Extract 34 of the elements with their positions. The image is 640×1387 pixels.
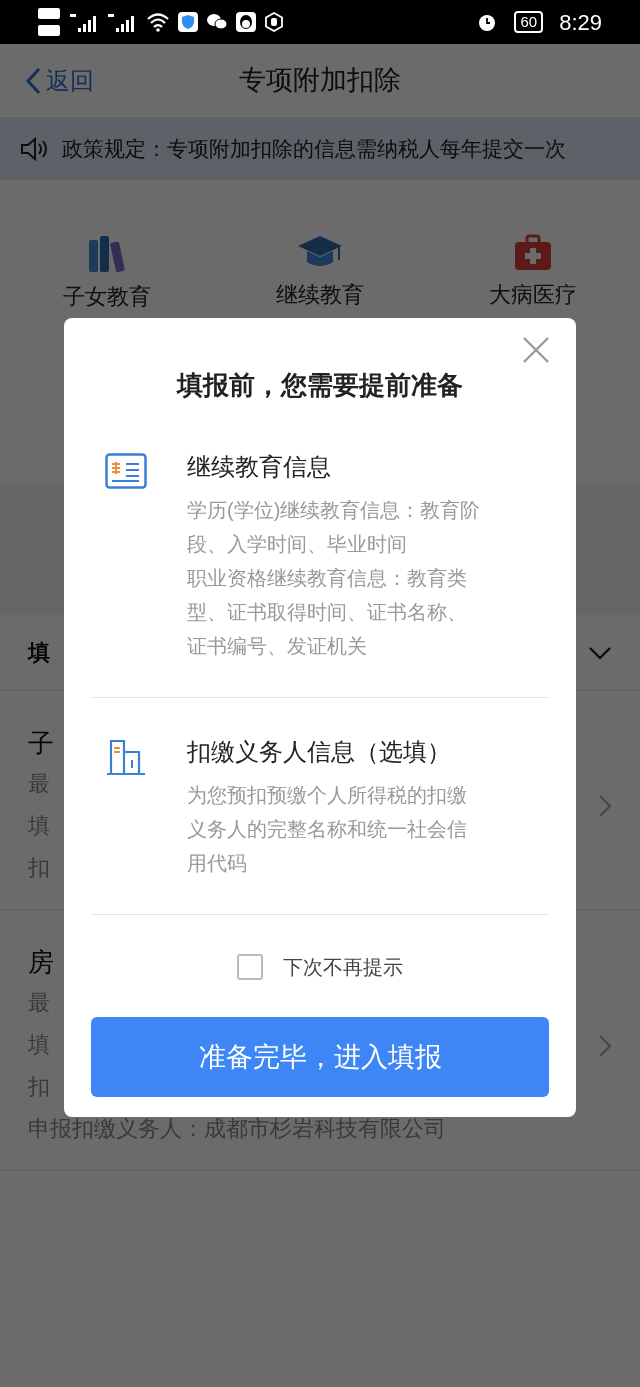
chevron-left-icon [24, 66, 42, 95]
category-label[interactable]: 继续教育 [276, 278, 364, 311]
chevron-right-icon[interactable] [598, 794, 612, 818]
clock-time: 8:29 [559, 8, 602, 37]
section-title: 填 [28, 639, 50, 667]
item-description: 为您预扣预缴个人所得税的扣缴义务人的完整名称和统一社会信用代码 [187, 783, 468, 876]
notice-text: 政策规定：专项附加扣除的信息需纳税人每年提交一次 [62, 136, 566, 163]
shield-icon [178, 12, 198, 32]
checkbox-label: 下次不再提示 [283, 955, 403, 980]
item-title: 继续教育信息 [187, 452, 332, 482]
chevron-down-icon[interactable] [588, 645, 612, 660]
battery-level: 60 [514, 11, 544, 33]
page-title: 专项附加扣除 [239, 64, 401, 98]
first-aid-kit-icon [513, 234, 554, 272]
dialog-title: 填报前，您需要提前准备 [175, 369, 464, 402]
item-description: 学历(学位)继续教育信息：教育阶段、入学时间、毕业时间 [187, 498, 482, 557]
item-description: 职业资格继续教育信息：教育类型、证书取得时间、证书名称、证书编号、发证机关 [187, 566, 468, 659]
certificate-icon [105, 453, 147, 489]
wifi-icon [146, 12, 170, 32]
chevron-right-icon[interactable] [598, 1034, 612, 1058]
item-title: 扣缴义务人信息（选填） [187, 737, 452, 767]
category-label[interactable]: 子女教育 [62, 280, 151, 313]
close-button[interactable] [522, 336, 550, 364]
chat-bubbles-icon [206, 12, 228, 32]
confirm-button[interactable]: 准备完毕，进入填报 [91, 1017, 549, 1097]
record-title: 子 [28, 727, 54, 760]
speaker-icon [20, 136, 50, 162]
back-button[interactable]: 返回 [24, 62, 94, 99]
record-title: 房 [28, 946, 54, 979]
sim-icon [38, 5, 62, 39]
building-icon [105, 738, 147, 776]
checkbox[interactable] [237, 954, 263, 980]
category-label[interactable]: 大病医疗 [489, 278, 578, 311]
close-icon [522, 336, 550, 364]
